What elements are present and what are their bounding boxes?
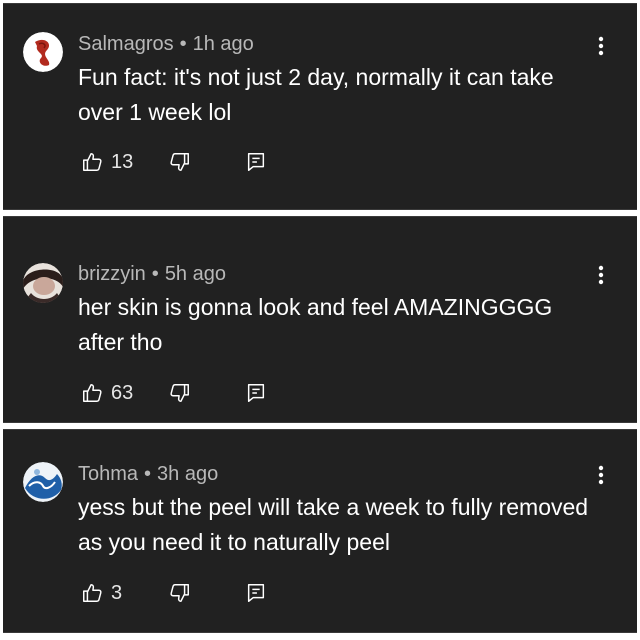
like-count: 13 xyxy=(111,151,134,173)
more-options-button[interactable] xyxy=(593,463,609,487)
comment-meta: Salmagros • 1h ago xyxy=(78,33,254,56)
dislike-button[interactable] xyxy=(169,151,191,173)
reply-icon xyxy=(247,584,265,602)
comment-card: Tohma • 3h ago yess but the peel will take… xyxy=(3,429,637,633)
comment-actions: 63 xyxy=(81,380,301,410)
thumb-up-icon xyxy=(83,153,102,171)
author-name[interactable]: brizzyin xyxy=(78,263,146,285)
more-vertical-icon xyxy=(598,36,604,56)
reply-icon xyxy=(247,153,265,171)
thumb-down-icon xyxy=(170,384,189,402)
comment-actions: 13 xyxy=(81,149,301,179)
author-name[interactable]: Tohma xyxy=(78,463,138,485)
more-vertical-icon xyxy=(598,465,604,485)
dislike-button[interactable] xyxy=(169,382,191,404)
thumb-down-icon xyxy=(170,153,189,171)
thumb-down-icon xyxy=(170,584,189,602)
avatar-image xyxy=(23,32,63,72)
like-button[interactable] xyxy=(81,582,103,604)
comment-actions: 3 xyxy=(81,580,301,610)
reply-button[interactable] xyxy=(245,151,267,173)
avatar[interactable] xyxy=(23,462,63,502)
author-name[interactable]: Salmagros xyxy=(78,33,174,55)
like-button[interactable] xyxy=(81,151,103,173)
comment-card: brizzyin • 5h ago her skin is gonna look a… xyxy=(3,216,637,423)
avatar[interactable] xyxy=(23,263,63,303)
timestamp: 1h ago xyxy=(192,33,254,55)
comment-card: Salmagros • 1h ago Fun fact: it's not just… xyxy=(3,3,637,210)
timestamp: 3h ago xyxy=(157,463,219,485)
meta-separator: • xyxy=(144,463,152,485)
dislike-button[interactable] xyxy=(169,582,191,604)
comment-meta: brizzyin • 5h ago xyxy=(78,263,226,286)
avatar-image xyxy=(23,263,63,303)
reply-button[interactable] xyxy=(245,582,267,604)
like-button[interactable] xyxy=(81,382,103,404)
thumb-up-icon xyxy=(83,584,102,602)
timestamp: 5h ago xyxy=(164,263,226,285)
meta-separator: • xyxy=(179,33,187,55)
avatar[interactable] xyxy=(23,32,63,72)
like-count: 63 xyxy=(111,382,134,404)
meta-separator: • xyxy=(151,263,159,285)
more-options-button[interactable] xyxy=(593,263,609,287)
comment-text: yess but the peel will take a week to fu… xyxy=(78,494,589,555)
comment-text: Fun fact: it's not just 2 day, normally … xyxy=(78,64,554,125)
more-vertical-icon xyxy=(598,265,604,285)
reply-icon xyxy=(247,384,265,402)
comment-text: her skin is gonna look and feel AMAZINGG… xyxy=(78,294,553,355)
comment-meta: Tohma • 3h ago xyxy=(78,463,218,486)
avatar-image xyxy=(23,462,63,502)
like-count: 3 xyxy=(111,582,123,604)
thumb-up-icon xyxy=(83,384,102,402)
more-options-button[interactable] xyxy=(593,34,609,58)
reply-button[interactable] xyxy=(245,382,267,404)
